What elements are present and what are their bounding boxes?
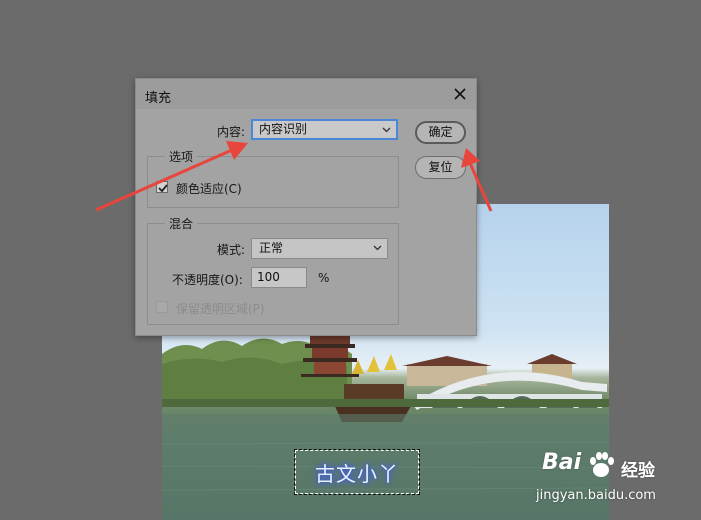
mode-select[interactable]: 正常 [251, 238, 388, 259]
color-adapt-checkbox[interactable] [156, 181, 168, 193]
content-select-value: 内容识别 [259, 122, 308, 136]
mode-select-value: 正常 [259, 241, 284, 255]
opacity-input[interactable]: 100 [251, 267, 307, 288]
mode-label: 模式: [217, 243, 246, 257]
watermark-suffix: 经验 [621, 461, 655, 481]
close-icon[interactable] [450, 84, 470, 104]
preserve-transparency-label: 保留透明区域(P) [176, 302, 265, 316]
dialog-title: 填充 [145, 91, 172, 106]
ok-button[interactable]: 确定 [415, 121, 466, 144]
selection-text: 古文小丫 [315, 461, 399, 486]
reset-button[interactable]: 复位 [415, 156, 466, 179]
chevron-down-icon [373, 245, 382, 251]
content-select[interactable]: 内容识别 [251, 119, 398, 140]
preserve-transparency-checkbox[interactable] [156, 301, 168, 313]
watermark-url: jingyan.baidu.com [536, 488, 656, 503]
paw-icon [590, 452, 614, 477]
content-label: 内容: [217, 125, 246, 139]
options-legend: 选项 [165, 148, 198, 165]
fill-dialog: 填充 内容: 内容识别 确定 复位 选项 颜色适应(C) 混合 模式: 正常 不… [135, 78, 477, 336]
chevron-down-icon [382, 127, 391, 133]
blend-legend: 混合 [165, 215, 198, 232]
checkmark-icon [158, 184, 168, 193]
watermark-brand: Bai [542, 450, 582, 475]
opacity-label: 不透明度(O): [172, 273, 243, 287]
dialog-titlebar[interactable]: 填充 [136, 79, 476, 109]
baidu-jingyan-watermark: Bai 经验 jingyan.baidu.com [536, 446, 696, 506]
opacity-unit: % [318, 271, 330, 285]
color-adapt-label: 颜色适应(C) [176, 182, 242, 196]
